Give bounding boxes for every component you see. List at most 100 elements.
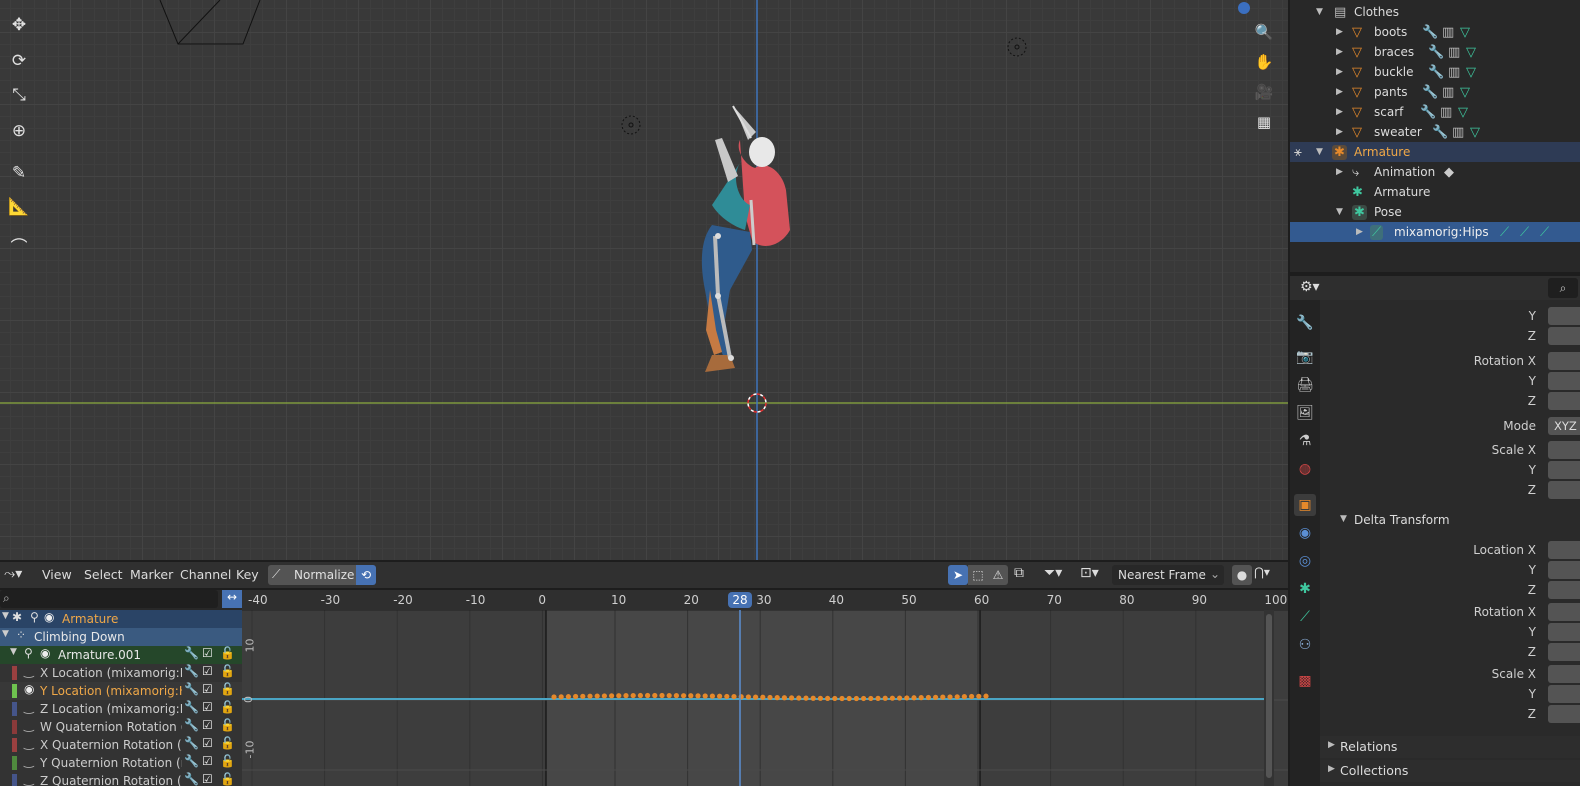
rotation-mode-select[interactable]: XYZ bbox=[1548, 417, 1580, 435]
delta-location-y-field[interactable] bbox=[1548, 561, 1580, 579]
fcurve-row[interactable]: ‿ X Location (mixamorig:Hips) 🔧 ☑ 🔓 bbox=[0, 664, 242, 682]
fcurve-row[interactable]: ‿ X Quaternion Rotation (mixa 🔧 ☑ 🔓 bbox=[0, 736, 242, 754]
checkbox-icon[interactable]: ☑ bbox=[202, 772, 213, 786]
delta-scale-z-field[interactable] bbox=[1548, 705, 1580, 723]
modifier-wrench-icon[interactable]: 🔧 bbox=[1428, 65, 1444, 80]
modifier-wrench-icon[interactable]: 🔧 bbox=[184, 718, 199, 732]
channel-row-armature[interactable]: ▼ ✱ ⚲ ◉ Armature bbox=[0, 610, 242, 628]
scale-tool-icon[interactable]: ⤡ bbox=[6, 82, 32, 108]
search-icon[interactable]: ⌕ bbox=[1548, 278, 1578, 298]
bone-child-icon[interactable]: ⟋ bbox=[1520, 225, 1529, 240]
vertex-group-icon[interactable]: ▥ bbox=[1452, 125, 1464, 140]
delta-location-x-field[interactable] bbox=[1548, 541, 1580, 559]
collapse-icon[interactable]: ▼ bbox=[1316, 147, 1323, 157]
lock-icon[interactable]: 🔓 bbox=[220, 736, 235, 750]
modifier-wrench-icon[interactable]: 🔧 bbox=[184, 700, 199, 714]
modifier-wrench-icon[interactable]: 🔧 bbox=[184, 646, 199, 660]
relations-panel[interactable]: ▶ Relations bbox=[1320, 736, 1580, 758]
collapse-icon[interactable]: ▼ bbox=[2, 629, 9, 639]
view-icon[interactable]: ⧉ bbox=[1014, 565, 1024, 581]
editor-type-icon[interactable]: ⤳▾ bbox=[4, 566, 22, 582]
pivot-icon[interactable]: ⊡▾ bbox=[1080, 565, 1099, 581]
normalize-button[interactable]: ⟋ Normalize bbox=[268, 565, 356, 585]
collapse-icon[interactable]: ▼ bbox=[1340, 514, 1347, 524]
fcurve-row[interactable]: ‿ Z Location (mixamorig:Hips) 🔧 ☑ 🔓 bbox=[0, 700, 242, 718]
modifier-wrench-icon[interactable]: 🔧 bbox=[1432, 125, 1448, 140]
transform-tool-icon[interactable]: ⊕ bbox=[6, 118, 32, 144]
outliner-row-boots[interactable]: ▶ ▽ boots 🔧 ▥ ▽ bbox=[1290, 22, 1580, 42]
delta-location-z-field[interactable] bbox=[1548, 581, 1580, 599]
curve-visibility-icon[interactable]: ‿ bbox=[24, 736, 34, 750]
checkbox-icon[interactable]: ☑ bbox=[202, 646, 213, 660]
delta-scale-y-field[interactable] bbox=[1548, 685, 1580, 703]
warning-icon[interactable]: ⚠ bbox=[988, 565, 1008, 585]
pin-icon[interactable]: ⚲ bbox=[30, 610, 39, 624]
eye-icon[interactable]: ◉ bbox=[44, 610, 54, 624]
measure-tool-icon[interactable]: 📐 bbox=[6, 194, 32, 220]
editor-type-icon[interactable]: ⚙▾ bbox=[1300, 279, 1320, 295]
keyframe-icon[interactable]: ◆ bbox=[1444, 165, 1454, 180]
outliner-row-pose[interactable]: ▼ ✱ Pose bbox=[1290, 202, 1580, 222]
modifier-wrench-icon[interactable]: 🔧 bbox=[184, 664, 199, 678]
checkbox-icon[interactable]: ☑ bbox=[202, 736, 213, 750]
tool-tab-icon[interactable]: 🔧 bbox=[1294, 312, 1316, 334]
rotation-x-field[interactable] bbox=[1548, 352, 1580, 370]
expand-icon[interactable]: ▶ bbox=[1356, 227, 1363, 237]
bone-child-icon[interactable]: ⟋ bbox=[1540, 225, 1549, 240]
view-layer-tab-icon[interactable]: 🖼 bbox=[1294, 402, 1316, 424]
lock-icon[interactable]: 🔓 bbox=[220, 646, 235, 660]
outliner-row-animation[interactable]: ▶ ⤷ Animation ◆ bbox=[1290, 162, 1580, 182]
lock-icon[interactable]: 🔓 bbox=[220, 718, 235, 732]
outliner-row-buckle[interactable]: ▶ ▽ buckle 🔧 ▥ ▽ bbox=[1290, 62, 1580, 82]
curve-visibility-icon[interactable]: ‿ bbox=[24, 772, 34, 786]
menu-marker[interactable]: Marker bbox=[130, 567, 173, 582]
scale-z-field[interactable] bbox=[1548, 481, 1580, 499]
expand-icon[interactable]: ▶ bbox=[1328, 764, 1335, 774]
proportional-edit-icon[interactable]: ● bbox=[1232, 565, 1252, 585]
location-z-field[interactable] bbox=[1548, 327, 1580, 345]
outliner-row-armature-data[interactable]: ✱ Armature bbox=[1290, 182, 1580, 202]
outliner-row-clothes[interactable]: ▼ ▤ Clothes bbox=[1290, 2, 1580, 22]
annotate-tool-icon[interactable]: ✎ bbox=[6, 160, 32, 186]
expand-icon[interactable]: ▶ bbox=[1336, 127, 1343, 137]
snap-mode-select[interactable]: Nearest Frame ⌄ bbox=[1112, 565, 1224, 585]
collapse-icon[interactable]: ▼ bbox=[10, 647, 17, 657]
menu-key[interactable]: Key bbox=[236, 567, 259, 582]
delta-rotation-z-field[interactable] bbox=[1548, 643, 1580, 661]
rotation-y-field[interactable] bbox=[1548, 372, 1580, 390]
ortho-grid-icon[interactable]: ▦ bbox=[1252, 110, 1276, 134]
bone-tab-icon[interactable]: ⟋ bbox=[1294, 606, 1316, 628]
mesh-data-icon[interactable]: ▽ bbox=[1460, 25, 1470, 40]
only-selected-icon[interactable]: ➤ bbox=[948, 565, 968, 585]
outliner-row-pants[interactable]: ▶ ▽ pants 🔧 ▥ ▽ bbox=[1290, 82, 1580, 102]
physics-tab-icon[interactable]: ◎ bbox=[1294, 550, 1316, 572]
lock-icon[interactable]: 🔓 bbox=[220, 664, 235, 678]
collections-panel[interactable]: ▶ Collections bbox=[1320, 760, 1580, 782]
fcurve-row[interactable]: ‿ W Quaternion Rotation (mixa 🔧 ☑ 🔓 bbox=[0, 718, 242, 736]
pan-hand-icon[interactable]: ✋ bbox=[1252, 50, 1276, 74]
mesh-data-icon[interactable]: ▽ bbox=[1470, 125, 1480, 140]
render-tab-icon[interactable]: 📷 bbox=[1294, 346, 1316, 368]
delta-rotation-x-field[interactable] bbox=[1548, 603, 1580, 621]
mesh-data-icon[interactable]: ▽ bbox=[1466, 45, 1476, 60]
rotate-tool-icon[interactable]: ⟳ bbox=[6, 48, 32, 74]
collapse-icon[interactable]: ▼ bbox=[2, 611, 9, 621]
world-tab-icon[interactable]: ◍ bbox=[1294, 458, 1316, 480]
expand-icon[interactable]: ▶ bbox=[1336, 47, 1343, 57]
modifier-wrench-icon[interactable]: 🔧 bbox=[1422, 25, 1438, 40]
zoom-icon[interactable]: 🔍 bbox=[1252, 20, 1276, 44]
outliner-row-scarf[interactable]: ▶ ▽ scarf 🔧 ▥ ▽ bbox=[1290, 102, 1580, 122]
modifier-wrench-icon[interactable]: 🔧 bbox=[184, 772, 199, 786]
lock-icon[interactable]: 🔓 bbox=[220, 682, 235, 696]
expand-icon[interactable]: ▶ bbox=[1336, 107, 1343, 117]
auto-normalize-icon[interactable]: ⟲ bbox=[356, 565, 376, 585]
outliner-row-sweater[interactable]: ▶ ▽ sweater 🔧 ▥ ▽ bbox=[1290, 122, 1580, 142]
checkbox-icon[interactable]: ☑ bbox=[202, 682, 213, 696]
channel-row-action[interactable]: ▼ ⁘ Climbing Down bbox=[0, 628, 242, 646]
modifier-wrench-icon[interactable]: 🔧 bbox=[184, 682, 199, 696]
show-hidden-icon[interactable]: ⬚ bbox=[968, 565, 988, 585]
sync-range-icon[interactable]: ↔ bbox=[222, 590, 242, 608]
move-tool-icon[interactable]: ✥ bbox=[6, 12, 32, 38]
vertex-group-icon[interactable]: ▥ bbox=[1442, 85, 1454, 100]
modifier-wrench-icon[interactable]: 🔧 bbox=[184, 736, 199, 750]
